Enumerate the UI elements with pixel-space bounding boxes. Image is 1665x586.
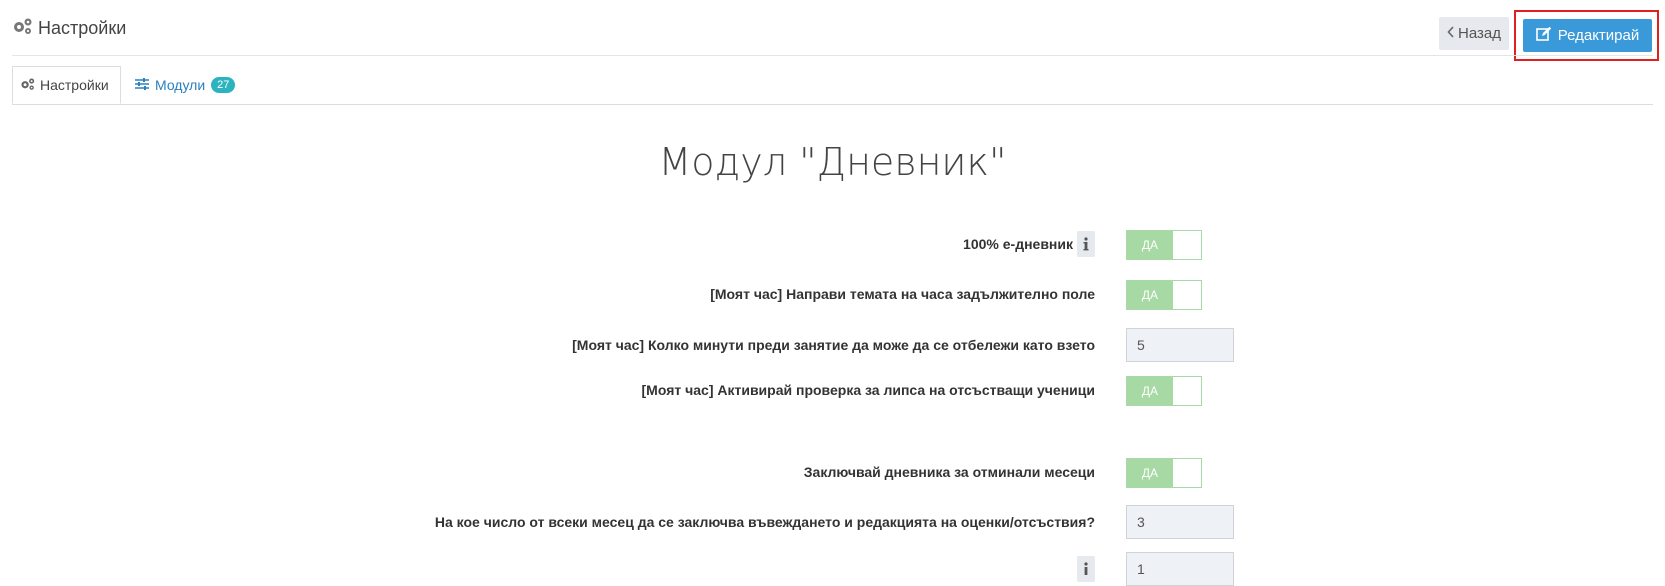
- gears-icon: [12, 17, 34, 40]
- tab-settings[interactable]: Настройки: [12, 66, 121, 104]
- chevron-left-icon: [1447, 25, 1455, 42]
- setting-label: [Моят час] Направи темата на часа задълж…: [710, 286, 1095, 302]
- setting-label: [Моят час] Активирай проверка за липса н…: [641, 382, 1095, 398]
- toggle-switch[interactable]: ДА: [1126, 230, 1202, 260]
- page-title: Модул "Дневник": [658, 140, 1007, 184]
- number-field[interactable]: 1: [1126, 552, 1234, 586]
- tab-modules[interactable]: Модули 27: [128, 66, 242, 104]
- setting-label: Заключвай дневника за отминали месеци: [803, 464, 1095, 480]
- toggle-on-label: ДА: [1127, 377, 1173, 405]
- number-field[interactable]: 3: [1126, 505, 1234, 539]
- tab-settings-label: Настройки: [40, 77, 109, 93]
- info-icon[interactable]: [1077, 556, 1095, 582]
- setting-label: [Моят час] Колко минути преди занятие да…: [572, 337, 1095, 353]
- toggle-on-label: ДА: [1127, 459, 1173, 487]
- edit-button-highlight: Редактирай: [1514, 10, 1659, 61]
- page-header: Настройки: [12, 17, 126, 40]
- setting-row: 1: [0, 552, 1665, 586]
- tab-bar: Настройки Модули 27: [12, 66, 1653, 105]
- setting-label-wrapper: 100% е-дневник: [963, 227, 1095, 261]
- setting-row: Заключвай дневника за отминали месеци ДА: [0, 455, 1665, 489]
- tab-modules-label: Модули: [155, 77, 206, 93]
- toggle-on-label: ДА: [1127, 231, 1173, 259]
- setting-row: 100% е-дневник ДА: [0, 227, 1665, 261]
- edit-button-label: Редактирай: [1557, 27, 1640, 44]
- page-header-title: Настройки: [38, 18, 127, 38]
- toggle-switch[interactable]: ДА: [1126, 280, 1202, 310]
- toggle-switch[interactable]: ДА: [1126, 458, 1202, 488]
- toggle-on-label: ДА: [1127, 281, 1173, 309]
- setting-row: [Моят час] Направи темата на часа задълж…: [0, 277, 1665, 311]
- setting-label: На кое число от всеки месец да се заключ…: [434, 514, 1095, 530]
- info-icon[interactable]: [1077, 231, 1095, 257]
- edit-icon: [1535, 26, 1552, 46]
- back-button[interactable]: Назад: [1439, 17, 1509, 50]
- header-divider: [12, 55, 1653, 56]
- edit-button[interactable]: Редактирай: [1523, 19, 1652, 52]
- gears-icon: [20, 77, 36, 94]
- setting-row: [Моят час] Активирай проверка за липса н…: [0, 373, 1665, 407]
- setting-label-wrapper: [1073, 552, 1095, 586]
- toggle-switch[interactable]: ДА: [1126, 376, 1202, 406]
- sliders-icon: [135, 77, 149, 93]
- modules-count-badge: 27: [211, 77, 236, 93]
- number-field[interactable]: 5: [1126, 328, 1234, 362]
- setting-label: 100% е-дневник: [963, 236, 1073, 252]
- back-button-label: Назад: [1458, 25, 1501, 42]
- setting-row: [Моят час] Колко минути преди занятие да…: [0, 328, 1665, 362]
- setting-row: На кое число от всеки месец да се заключ…: [0, 505, 1665, 539]
